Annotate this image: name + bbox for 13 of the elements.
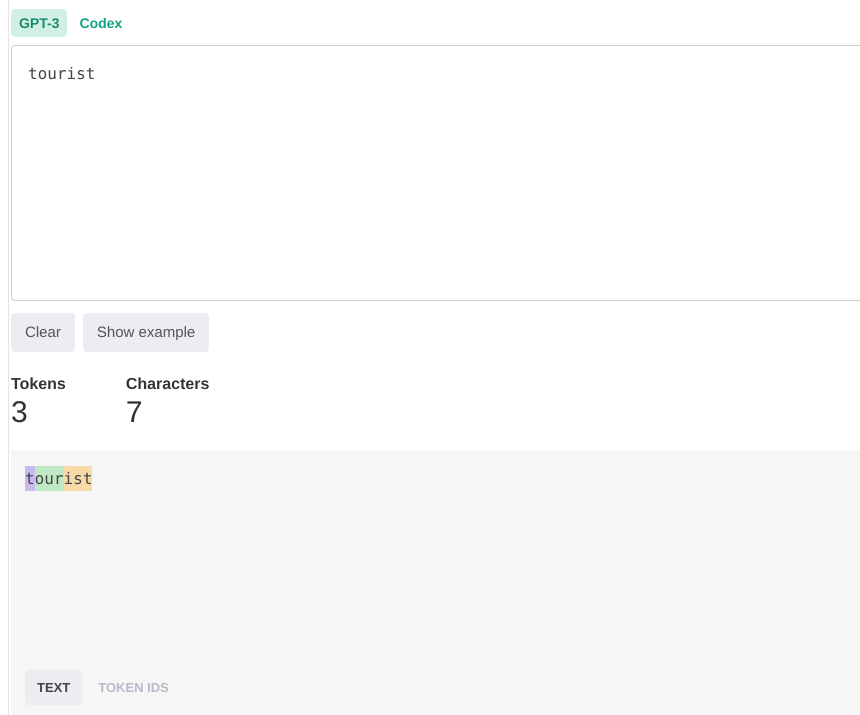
stat-label: Tokens <box>11 376 66 394</box>
model-tab[interactable]: Codex <box>71 9 130 37</box>
stat-label: Characters <box>126 376 210 394</box>
model-tab[interactable]: GPT-3 <box>11 9 68 37</box>
token-highlight: our <box>34 466 64 491</box>
token-highlight: ist <box>64 466 92 491</box>
token-highlight: t <box>25 466 35 491</box>
stat-value: 3 <box>11 396 29 430</box>
action-button[interactable]: Show example <box>82 313 210 352</box>
view-tab[interactable]: TEXT <box>25 670 82 705</box>
stat-value: 7 <box>126 396 144 430</box>
action-button[interactable]: Clear <box>11 313 75 352</box>
input-field[interactable]: tourist <box>11 45 860 301</box>
